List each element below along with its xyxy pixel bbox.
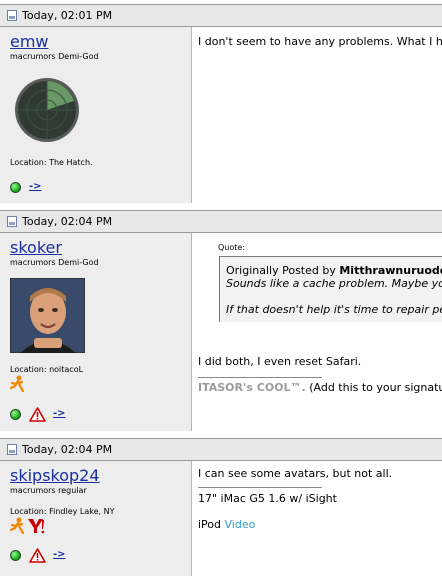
user-location: Location: noitacoL [10,365,84,374]
signature: 17" iMac G5 1.6 w/ iSight [198,492,337,505]
view-post-link[interactable]: -> [53,408,66,419]
signature-divider [198,487,322,488]
yahoo-icon[interactable] [27,517,45,534]
post-header-2: Today, 02:04 PM [0,210,442,233]
post-body-1: I don't seem to have any problems. What … [193,27,442,203]
username-link[interactable]: skoker [10,238,62,257]
online-status-icon [10,182,21,193]
aim-icon[interactable] [10,517,24,534]
document-icon [7,444,17,455]
post-body-3: I can see some avatars, but not all. 17"… [193,461,442,576]
aim-icon[interactable] [10,375,24,392]
username-link[interactable]: skipskop24 [10,466,100,485]
user-title: macrumors Demi-God [10,52,99,61]
user-info-panel-2: skoker macrumors Demi-God Location: noit… [0,233,192,431]
user-info-panel-3: skipskop24 macrumors regular Location: F… [0,461,192,576]
post-date: Today, 02:01 PM [22,9,113,22]
view-post-link[interactable]: -> [29,181,42,192]
post-header-3: Today, 02:04 PM [0,438,442,461]
user-location: Location: Findley Lake, NY [10,507,115,516]
signature-divider [198,377,322,378]
user-info-panel-1: emw macrumors Demi-God Location: The Hat… [0,27,192,203]
signature-ipod: iPod Video [198,518,256,531]
document-icon [7,216,17,227]
user-title: macrumors Demi-God [10,258,99,267]
username-link[interactable]: emw [10,32,49,51]
post-header-1: Today, 02:01 PM [0,4,442,27]
view-post-link[interactable]: -> [53,549,66,560]
online-status-icon [10,409,21,420]
user-avatar [10,278,85,353]
quote-text-line: Sounds like a cache problem. Maybe you h… [226,277,442,290]
document-icon [7,10,17,21]
post-date: Today, 02:04 PM [22,215,113,228]
post-message: I can see some avatars, but not all. [198,467,393,480]
post-message: I don't seem to have any problems. What … [198,35,442,48]
quote-text-line: If that doesn't help it's time to repair… [226,303,442,316]
warning-icon[interactable] [29,407,46,422]
post-message: I did both, I even reset Safari. [198,355,362,368]
user-title: macrumors regular [10,486,87,495]
quote-author-line: Originally Posted by Mitthrawnuruodo [226,264,442,277]
warning-icon[interactable] [29,548,46,563]
post-date: Today, 02:04 PM [22,443,113,456]
signature: ITASOR's COOL™. (Add this to your signat… [198,381,442,394]
radar-avatar [15,78,79,142]
quote-label: Quote: [218,243,246,252]
online-status-icon [10,550,21,561]
post-body-2: Quote: Originally Posted by Mitthrawnuru… [193,233,442,431]
user-location: Location: The Hatch. [10,158,93,167]
quote-box: Originally Posted by Mitthrawnuruodo Sou… [219,256,442,322]
